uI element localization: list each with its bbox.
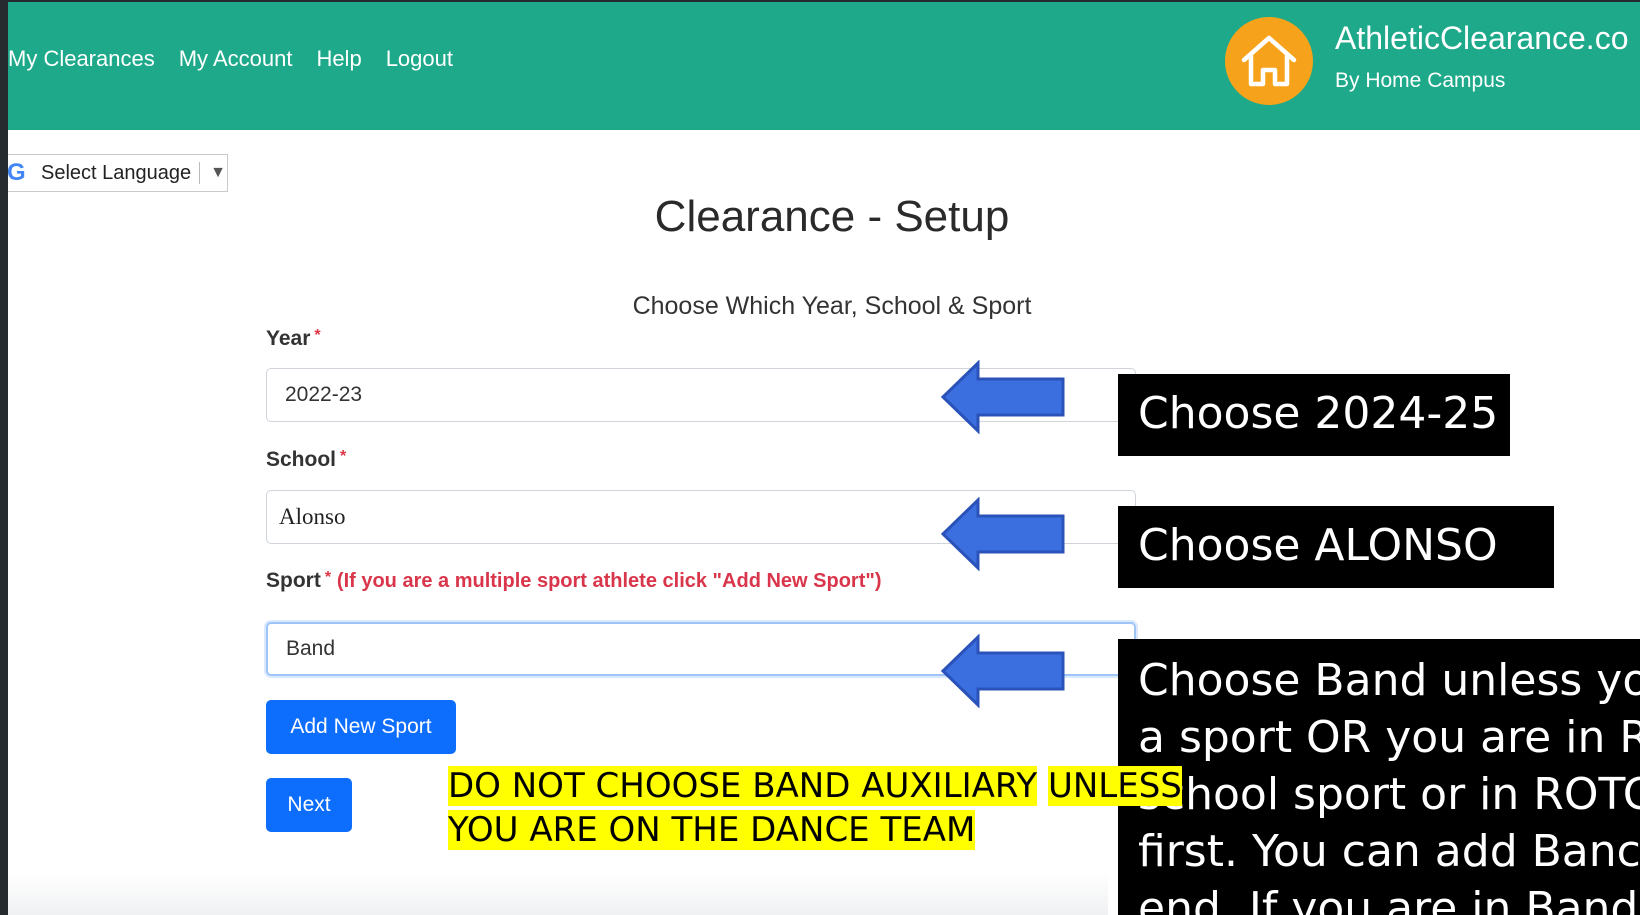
warning-line-1: DO NOT CHOOSE BAND AUXILIARY UNLESS: [448, 766, 1182, 806]
left-arrow-icon: [940, 360, 1065, 434]
page: My Clearances My Account Help Logout Ath…: [8, 2, 1640, 915]
language-divider: [199, 162, 201, 184]
school-label-text: School: [266, 448, 337, 471]
callout-year-text: Choose 2024-25: [1138, 388, 1499, 439]
sport-select-value: Band: [286, 637, 336, 660]
bottom-fade: [8, 872, 1108, 915]
nav-links: My Clearances My Account Help Logout: [8, 46, 453, 72]
callout-band-line: end. If you are in Band: [1138, 883, 1639, 915]
next-button[interactable]: Next: [266, 778, 352, 832]
sport-note: (If you are a multiple sport athlete cli…: [336, 570, 882, 592]
callout-band-line: first. You can add Banc: [1138, 826, 1640, 877]
page-subtitle: Choose Which Year, School & Sport: [632, 292, 1032, 320]
warning-highlight: YOU ARE ON THE DANCE TEAM: [448, 810, 976, 850]
school-label: School *: [266, 448, 346, 472]
warning-highlight: DO NOT CHOOSE BAND AUXILIARY: [448, 766, 1038, 806]
year-label: Year *: [266, 327, 321, 351]
callout-band-line: Choose Band unless you: [1138, 655, 1640, 706]
callout-band-line: school sport or in ROTC: [1138, 769, 1640, 820]
callout-band-line: a sport OR you are in R: [1138, 712, 1640, 763]
sport-label: Sport * (If you are a multiple sport athl…: [266, 569, 882, 593]
required-marker: *: [324, 569, 332, 586]
page-title: Clearance - Setup: [654, 192, 1010, 241]
callout-school-text: Choose ALONSO: [1138, 520, 1498, 571]
top-navbar: My Clearances My Account Help Logout Ath…: [8, 2, 1640, 130]
callout-year: Choose 2024-25: [1118, 374, 1510, 456]
sport-label-text: Sport: [266, 569, 321, 592]
school-select-value: Alonso: [279, 504, 346, 529]
brand-subtitle: By Home Campus: [1335, 69, 1506, 92]
warning-highlight: UNLESS: [1047, 766, 1182, 806]
left-arrow-icon: [940, 497, 1065, 571]
nav-my-clearances[interactable]: My Clearances: [8, 46, 155, 72]
nav-my-account[interactable]: My Account: [179, 46, 293, 72]
nav-logout[interactable]: Logout: [386, 46, 453, 72]
language-select-label: Select Language: [41, 161, 192, 184]
house-icon[interactable]: [1224, 16, 1314, 106]
warning-line-2: YOU ARE ON THE DANCE TEAM: [448, 810, 976, 850]
callout-band: Choose Band unless you a sport OR you ar…: [1118, 639, 1640, 915]
dropdown-arrow-icon: ▼: [210, 164, 226, 181]
nav-help[interactable]: Help: [316, 46, 361, 72]
required-marker: *: [314, 327, 321, 344]
add-new-sport-button[interactable]: Add New Sport: [266, 700, 456, 754]
year-select-value: 2022-23: [285, 383, 363, 406]
callout-school: Choose ALONSO: [1118, 506, 1554, 588]
brand-title[interactable]: AthleticClearance.co: [1335, 20, 1628, 57]
required-marker: *: [340, 448, 347, 465]
left-arrow-icon: [940, 634, 1065, 708]
year-label-text: Year: [266, 327, 311, 350]
google-g-icon: G: [8, 159, 26, 186]
language-select[interactable]: G Select Language ▼: [8, 154, 228, 192]
